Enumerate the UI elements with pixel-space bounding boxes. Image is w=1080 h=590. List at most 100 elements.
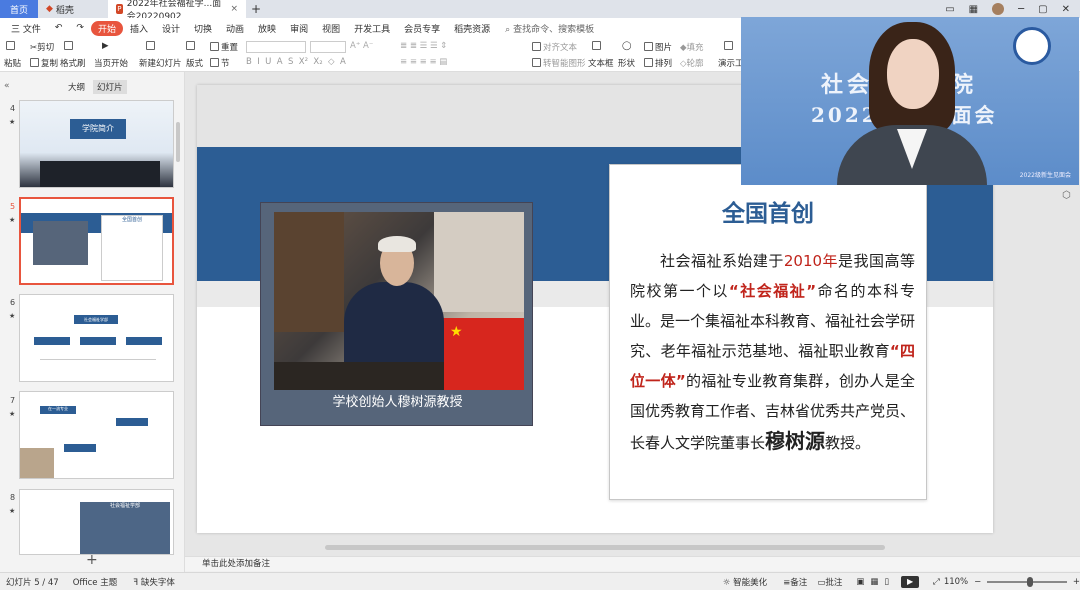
- close-window-icon[interactable]: ✕: [1062, 4, 1070, 15]
- format-painter-icon[interactable]: [64, 41, 75, 52]
- align-text-button[interactable]: 对齐文本: [532, 41, 577, 53]
- cut-button[interactable]: ✂剪切: [30, 41, 54, 53]
- founder-photo[interactable]: ★: [274, 212, 524, 390]
- smartart-button[interactable]: 转智能图形: [532, 57, 586, 69]
- fit-window-icon[interactable]: ⤢: [933, 577, 940, 587]
- collapse-panel-icon[interactable]: «: [4, 81, 10, 91]
- zoom-slider[interactable]: [987, 576, 1067, 587]
- font-icon: ꟻ: [133, 577, 139, 588]
- comments-button[interactable]: ▭批注: [817, 576, 842, 588]
- command-search-label: 查找命令、搜索模板: [513, 24, 595, 35]
- notes-field[interactable]: 单击此处添加备注: [185, 556, 1080, 571]
- new-slide-button[interactable]: 新建幻灯片: [139, 57, 182, 69]
- present-tools-icon[interactable]: [724, 41, 735, 52]
- alignment-icons[interactable]: ≡ ≡ ≡ ≡ ▤: [400, 57, 447, 67]
- theme-name[interactable]: Office 主题: [73, 576, 118, 588]
- tab-document[interactable]: P 2022年社会福祉学...面会20220902 ×: [108, 0, 246, 22]
- beautify-button[interactable]: ☼ 智能美化: [723, 576, 767, 588]
- grid-icon[interactable]: ▦: [969, 4, 978, 15]
- slide-thumbnail-4[interactable]: 学院简介: [19, 100, 174, 188]
- animation-star-icon: ★: [9, 410, 16, 418]
- font-size-up-icon[interactable]: A⁺ A⁻: [350, 41, 373, 51]
- search-icon: ⌕: [505, 24, 511, 35]
- close-tab-icon[interactable]: ×: [230, 4, 238, 14]
- restore-icon[interactable]: ▢: [1038, 4, 1047, 15]
- reset-button[interactable]: 重置: [210, 41, 238, 53]
- menu-animation[interactable]: 动画: [219, 22, 251, 35]
- new-slide-icon[interactable]: [146, 41, 157, 52]
- play-slideshow-icon[interactable]: ▶: [901, 575, 920, 588]
- menu-review[interactable]: 审阅: [283, 22, 315, 35]
- menu-transition[interactable]: 切换: [187, 22, 219, 35]
- section-button[interactable]: 节: [210, 57, 230, 69]
- fill-label: 填充: [686, 43, 704, 53]
- undo-icon[interactable]: ↶: [48, 23, 70, 33]
- paragraph-icons[interactable]: ≣ ≣ ☰ ☰ ⇕: [400, 41, 447, 51]
- play-from-current-icon[interactable]: ▶: [102, 41, 109, 51]
- zoom-out-icon[interactable]: −: [974, 577, 981, 587]
- notes-toggle[interactable]: ≡备注: [783, 576, 807, 588]
- founder-photo-frame[interactable]: ★ 学校创始人穆树源教授: [260, 202, 533, 426]
- outline-button[interactable]: ◇轮廓: [680, 57, 704, 69]
- tab-outline[interactable]: 大纲: [64, 80, 89, 94]
- tab-daoke[interactable]: ◆ 稻壳: [38, 0, 108, 18]
- font-size-field[interactable]: [310, 41, 346, 53]
- zoom-level[interactable]: 110%: [944, 577, 968, 587]
- card-title[interactable]: 全国首创: [609, 194, 927, 228]
- slide-thumbnail-5[interactable]: 全国首创: [19, 197, 174, 285]
- menu-design[interactable]: 设计: [155, 22, 187, 35]
- beautify-icon: ☼: [722, 577, 731, 588]
- horizontal-scrollbar[interactable]: [195, 545, 1025, 551]
- right-rail-icon[interactable]: ⬡: [1062, 190, 1071, 201]
- tab-slides[interactable]: 幻灯片: [93, 80, 127, 94]
- photo-caption[interactable]: 学校创始人穆树源教授: [261, 391, 534, 410]
- slide-thumbnail-7[interactable]: 在一流专业: [19, 391, 174, 479]
- menu-view[interactable]: 视图: [315, 22, 347, 35]
- shape-button[interactable]: 形状: [618, 57, 635, 69]
- card-body[interactable]: 社会福祉系始建于2010年是我国高等院校第一个以“社会福祉”命名的本科专业。是一…: [630, 246, 915, 458]
- menu-member[interactable]: 会员专享: [397, 22, 447, 35]
- sorter-view-icon[interactable]: ▦: [870, 577, 878, 587]
- avatar[interactable]: [992, 3, 1005, 15]
- tab-home[interactable]: 首页: [0, 0, 38, 18]
- menu-daoke-resources[interactable]: 稻壳资源: [447, 22, 497, 35]
- normal-view-icon[interactable]: ▣: [856, 577, 864, 587]
- redo-icon[interactable]: ↷: [69, 23, 91, 33]
- missing-font-button[interactable]: ꟻ 缺失字体: [133, 576, 175, 588]
- layout-button[interactable]: 版式: [186, 57, 203, 69]
- layout-button-icon[interactable]: [186, 41, 197, 52]
- menu-slideshow[interactable]: 放映: [251, 22, 283, 35]
- panel-scrollbar[interactable]: [176, 122, 180, 162]
- text-box-icon[interactable]: [592, 41, 603, 52]
- menu-file[interactable]: 三 文件: [4, 22, 48, 35]
- menu-insert[interactable]: 插入: [123, 22, 155, 35]
- add-slide-button[interactable]: +: [86, 552, 98, 568]
- menu-start[interactable]: 开始: [90, 20, 123, 36]
- video-call-overlay[interactable]: 社会福祉学院 2022 见面会 2022级新生见面会: [741, 17, 1079, 185]
- paste-icon: [6, 41, 15, 50]
- command-search[interactable]: ⌕ 查找命令、搜索模板: [497, 22, 594, 35]
- reading-view-icon[interactable]: ▯: [884, 577, 889, 587]
- zoom-in-icon[interactable]: +: [1073, 577, 1080, 587]
- shape-icon[interactable]: ◯: [622, 41, 632, 51]
- format-painter-button[interactable]: 格式刷: [60, 57, 86, 69]
- copy-button[interactable]: 复制: [30, 57, 58, 69]
- minimize-icon[interactable]: ─: [1018, 4, 1024, 15]
- font-name-field[interactable]: [246, 41, 306, 53]
- picture-button[interactable]: 图片: [644, 41, 672, 53]
- fill-button[interactable]: ◆填充: [680, 41, 704, 53]
- menu-developer[interactable]: 开发工具: [347, 22, 397, 35]
- scroll-thumb[interactable]: [325, 545, 885, 550]
- arrange-button[interactable]: 排列: [644, 57, 672, 69]
- layout-icon[interactable]: ▭: [945, 4, 954, 15]
- reset-icon: [210, 42, 219, 51]
- text-box-button[interactable]: 文本框: [588, 57, 614, 69]
- slide-number: 4: [10, 104, 16, 113]
- slide-thumbnail-6[interactable]: 社会福祉学部: [19, 294, 174, 382]
- crowd-silhouette: [40, 161, 160, 187]
- new-tab-button[interactable]: +: [246, 0, 266, 18]
- from-current-button[interactable]: 当页开始: [94, 57, 128, 69]
- text-format-icons[interactable]: B I U A S X² X₂ ◇ A: [246, 57, 346, 67]
- paste-button[interactable]: [6, 41, 17, 52]
- slide-thumbnail-8[interactable]: 社会福祉学部: [19, 489, 174, 555]
